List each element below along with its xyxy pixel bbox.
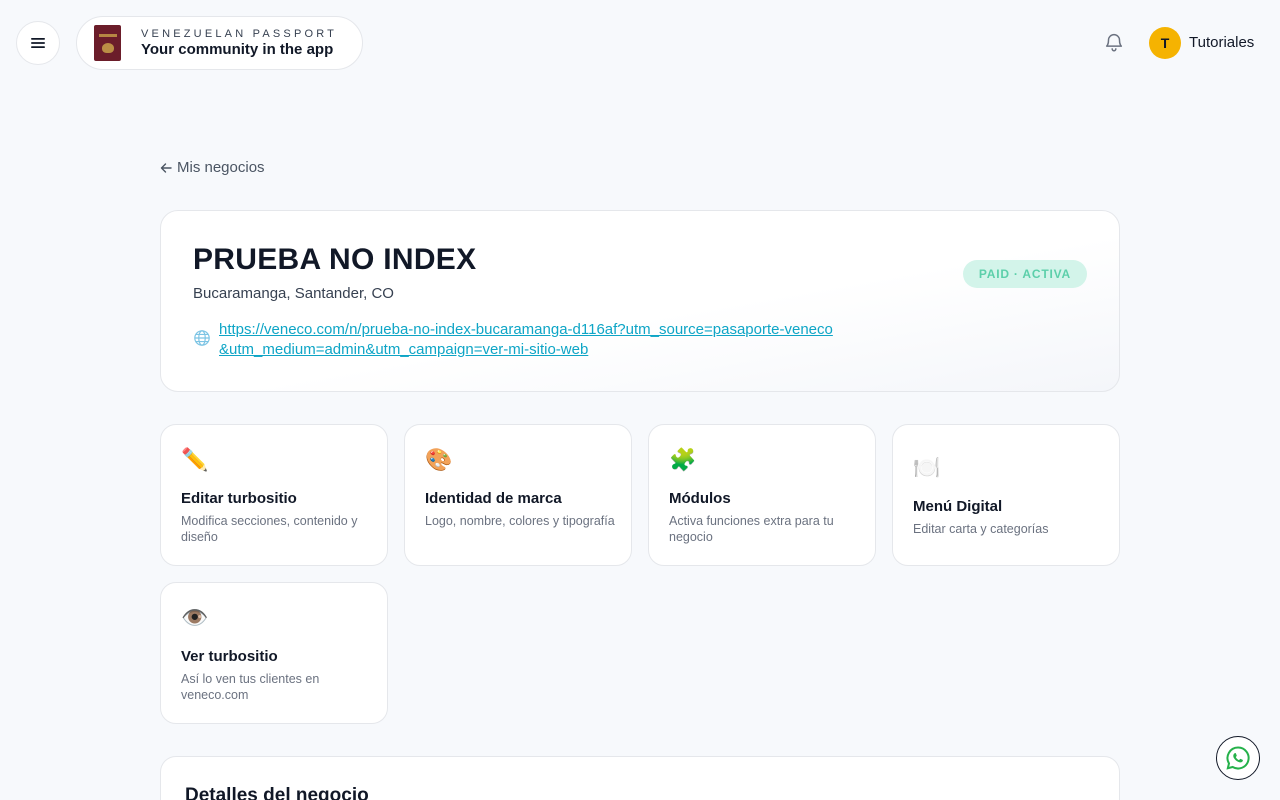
details-title: Detalles del negocio [185,785,369,800]
status-badge: PAID · ACTIVA [962,260,1087,288]
brand-identity-card[interactable]: 🎨 Identidad de marca Logo, nombre, color… [404,424,632,566]
arrow-left-icon [160,162,172,173]
whatsapp-icon [1226,746,1250,770]
business-header-card: PRUEBA NO INDEX Bucaramanga, Santander, … [160,210,1120,392]
business-url-link[interactable]: https://veneco.com/n/prueba-no-index-buc… [219,320,833,360]
eye-icon: 👁️ [181,605,209,630]
avatar[interactable]: T [1149,27,1181,59]
card-title: Editar turbositio [181,490,297,507]
user-name[interactable]: Tutoriales [1189,34,1254,51]
globe-icon [194,330,210,346]
bell-icon[interactable] [1103,31,1125,53]
passport-logo [94,25,121,61]
business-url-row: https://veneco.com/n/prueba-no-index-buc… [193,320,833,360]
puzzle-icon: 🧩 [669,447,697,472]
card-description: Logo, nombre, colores y tipografía [425,514,615,528]
card-title: Ver turbositio [181,648,278,665]
card-description: Así lo ven tus clientes en veneco.com [181,672,320,702]
modules-card[interactable]: 🧩 Módulos Activa funciones extra para tu… [648,424,876,566]
brand-pill[interactable]: VENEZUELAN PASSPORT Your community in th… [76,16,363,70]
back-link-label: Mis negocios [177,159,265,176]
brand-tagline: Your community in the app [141,40,334,58]
menu-button[interactable] [16,21,60,65]
card-title: Módulos [669,490,731,507]
plate-icon: 🍽️ [913,455,941,480]
card-description: Editar carta y categorías [913,522,1049,536]
hamburger-icon [31,38,45,48]
back-link[interactable]: Mis negocios [160,159,265,176]
pencil-icon: ✏️ [181,447,209,472]
brand-eyebrow: VENEZUELAN PASSPORT [141,27,338,40]
business-name: PRUEBA NO INDEX [193,243,477,276]
card-title: Menú Digital [913,498,1003,515]
card-title: Identidad de marca [425,490,562,507]
business-details-card: Detalles del negocio [160,756,1120,800]
card-description: Activa funciones extra para tu negocio [669,514,834,544]
digital-menu-card[interactable]: 🍽️ Menú Digital Editar carta y categoría… [892,424,1120,566]
view-site-card[interactable]: 👁️ Ver turbositio Así lo ven tus cliente… [160,582,388,724]
card-description: Modifica secciones, contenido y diseño [181,514,358,544]
edit-site-card[interactable]: ✏️ Editar turbositio Modifica secciones,… [160,424,388,566]
whatsapp-button[interactable] [1216,736,1260,780]
palette-icon: 🎨 [425,447,453,472]
business-location: Bucaramanga, Santander, CO [193,285,394,302]
